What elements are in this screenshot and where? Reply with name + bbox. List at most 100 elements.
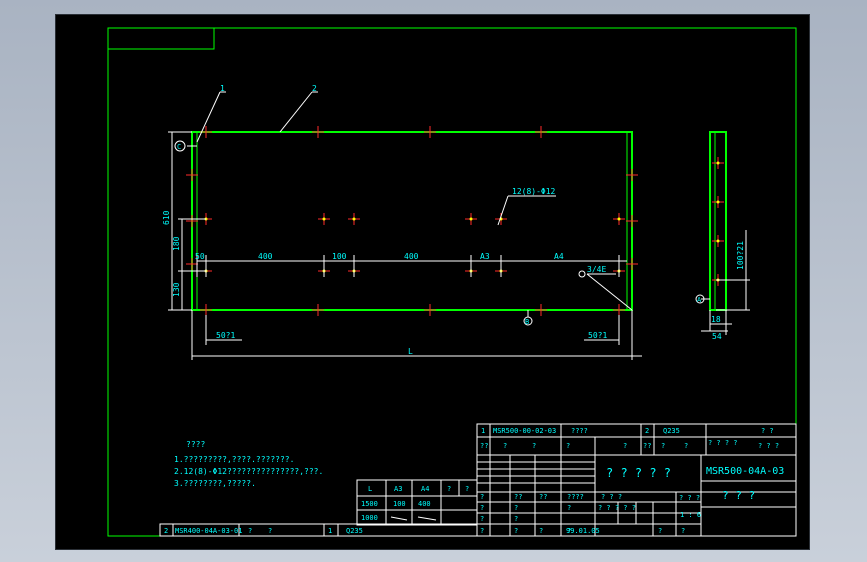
tb-scale: 1 : 6 [680,511,701,519]
part-label-2: 2 [312,84,317,93]
hole-cross-marker [312,304,324,316]
dim-610: 610 [162,210,171,225]
size-cell: 1000 [361,514,378,522]
tb-cell: ? [480,527,484,535]
dim-400-b: 400 [404,252,419,261]
tb-cell: ? [480,493,484,501]
size-h-q2: ? [465,485,469,493]
dim-180: 180 [172,236,181,251]
note-2: 2.12(8)-Φ12???????????????,???. [174,467,323,476]
hole-cross-marker [535,304,547,316]
hole-markers [186,126,724,316]
tb-cell: ? ? ? ? ? [598,504,636,512]
size-h-a4: A4 [421,485,429,493]
bom-hdr: ? [623,442,627,450]
technical-notes: ???? 1.?????????,????.???????. 2.12(8)-Φ… [174,440,323,488]
main-plate [191,131,633,311]
hole-cross-marker [186,169,198,181]
dim-l: L [408,347,413,356]
datum-e-circle [578,270,586,278]
hole-center-dot [716,200,720,204]
dim-side-18: 18 [711,315,721,324]
datum-markers [174,140,705,326]
hole-cross-marker [186,215,198,227]
dim-130: 130 [172,282,181,297]
tb-cell: ? [539,527,543,535]
size-cell: 100 [393,500,406,508]
hole-center-dot [716,239,720,243]
dim-a4: A4 [554,252,564,261]
cad-drawing: 1 2 C B A 12(8)-Φ12 3/4E 610 180 130 50 … [107,27,797,537]
tb-cell: ? ? ? [601,493,622,501]
hole-center-dot [617,217,621,221]
bottom-no: 2 [164,527,168,535]
tb-cell: ? [480,515,484,523]
bom-hdr: ?? [480,442,488,450]
hole-center-dot [469,217,473,221]
tb-cell: ? [480,504,484,512]
tb-cell: ? [514,527,518,535]
dim-side-hole: 100?21 [736,241,745,270]
hole-center-dot [716,161,720,165]
dim-400-a: 400 [258,252,273,261]
bom-qty: 2 [645,427,649,435]
part-label-1: 1 [220,84,225,93]
size-table: L A3 A4 ? ? 1500 100 400 1000 [356,479,478,526]
size-h-l: L [368,485,372,493]
bottom-qty: 1 [328,527,332,535]
hole-cross-marker [424,126,436,138]
hole-cross-marker [626,169,638,181]
title-block: 1 MSR500-00-02-03 ???? 2 Q235 ? ? ?? ? ?… [476,423,797,537]
bottom-code: MSR400-04A-03-01 [175,527,242,535]
hole-cross-marker [312,126,324,138]
bom-hdr: ?? [643,442,651,450]
hole-cross-marker [200,304,212,316]
tb-cell: ?? [514,493,522,501]
bom-hdr: ? ? ? ? [708,439,738,447]
bom-no: 1 [481,427,485,435]
size-cell: 400 [418,500,431,508]
dim-50-right: 50?1 [588,331,607,340]
size-h-a3: A3 [394,485,402,493]
tb-date: 99.01.05 [566,527,600,535]
dim-100: 100 [332,252,347,261]
tb-cell: ?? [539,493,547,501]
note-1: 1.?????????,????.???????. [174,455,294,464]
tb-cell: ? [514,515,518,523]
tb-cell: ? [681,527,685,535]
cad-viewport[interactable]: 1 2 C B A 12(8)-Φ12 3/4E 610 180 130 50 … [55,14,810,550]
bom-name: ???? [571,427,588,435]
bottom-q1: ? [248,527,252,535]
hole-cross-marker [613,304,625,316]
dim-50: 50 [195,252,205,261]
bottom-material: Q235 [346,527,363,535]
hole-cross-marker [626,215,638,227]
tb-drawing-no: MSR500-04A-03 [706,466,784,477]
bom-material: Q235 [663,427,680,435]
tb-title: ? ? ? ? ? [606,466,671,480]
hole-cross-marker [626,258,638,270]
tb-cell: ? [514,504,518,512]
edge-callout: 3/4E [587,265,606,274]
dim-50-left: 50?1 [216,331,235,340]
tb-cell: ? ? ? [679,494,700,502]
hole-centers [204,161,720,282]
hole-center-dot [322,217,326,221]
datum-b: B [525,318,529,326]
tb-cell: ? [567,504,571,512]
bom-hdr: ? [503,442,507,450]
tb-part-name: ? ? ? [722,489,755,502]
bottom-q2: ? [268,527,272,535]
note-3: 3.????????,?????. [174,479,256,488]
bom-hdr: ? ? ? [758,442,779,450]
bom-note: ? ? [761,427,774,435]
size-cell: 1500 [361,500,378,508]
bottom-parts-row: 2 MSR400-04A-03-01 ? ? 1 Q235 [159,523,478,537]
hole-cross-marker [535,126,547,138]
bom-hdr: ? [661,442,665,450]
drawing-labels: 1 2 C B A 12(8)-Φ12 3/4E 610 180 130 50 … [162,84,745,356]
tb-cell: ? [658,527,662,535]
size-h-q1: ? [447,485,451,493]
dim-side-54: 54 [712,332,722,341]
hole-center-dot [352,217,356,221]
